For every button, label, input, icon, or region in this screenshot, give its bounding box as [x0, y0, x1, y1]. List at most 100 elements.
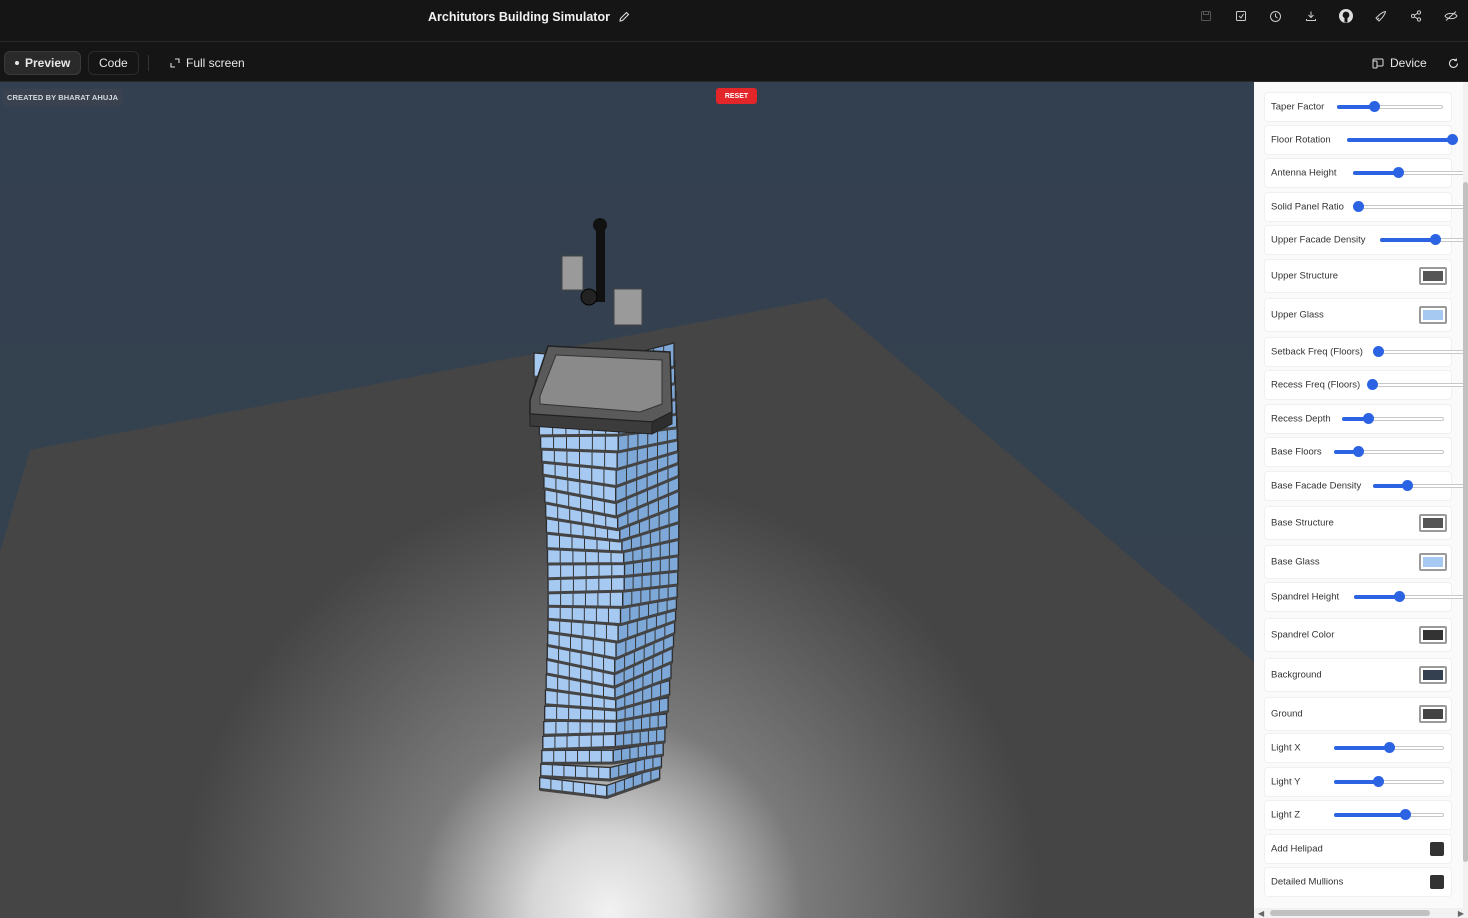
control-spandrel-color: Spandrel Color [1265, 619, 1451, 651]
download-icon[interactable] [1293, 0, 1328, 32]
control-label: Detailed Mullions [1271, 876, 1344, 888]
control-label: Background [1271, 669, 1322, 681]
control-label: Base Glass [1271, 556, 1320, 568]
slider-fill [1334, 746, 1389, 750]
panel-vertical-scrollbar[interactable] [1463, 82, 1468, 918]
slider-thumb[interactable] [1383, 742, 1395, 753]
control-upper-glass: Upper Glass [1265, 299, 1451, 331]
antenna-mast [596, 227, 605, 302]
light-z-slider[interactable] [1334, 809, 1444, 820]
panel-horizontal-scrollbar[interactable]: ◀ ▶ [1254, 908, 1468, 918]
control-label: Base Structure [1271, 517, 1334, 529]
scrollbar-thumb-horizontal[interactable] [1270, 910, 1430, 916]
code-tab[interactable]: Code [88, 51, 139, 75]
spandrel-color-color-picker[interactable] [1419, 626, 1447, 644]
building-scene[interactable] [0, 82, 1254, 918]
slider-thumb[interactable] [1368, 101, 1380, 112]
deploy-rocket-icon[interactable] [1363, 0, 1398, 32]
preview-toolbar: Preview Code Full screen Device [0, 42, 1468, 82]
antenna-base [580, 288, 598, 306]
control-light-z: Light Z [1265, 801, 1451, 829]
3d-viewport[interactable]: CREATED BY BHARAT AHUJA RESET [0, 82, 1254, 918]
slider-thumb[interactable] [1393, 591, 1405, 602]
scrollbar-thumb[interactable] [1463, 182, 1468, 862]
detailed-mullions-checkbox[interactable] [1430, 875, 1444, 889]
control-label: Light Y [1271, 776, 1301, 788]
slider-thumb[interactable] [1447, 134, 1459, 145]
recess-freq-floors-slider[interactable] [1366, 379, 1468, 390]
control-solid-panel-ratio: Solid Panel Ratio [1265, 193, 1465, 221]
preview-tab[interactable]: Preview [4, 51, 82, 75]
control-base-facade-density: Base Facade Density [1265, 472, 1468, 500]
upper-structure-color-picker[interactable] [1419, 267, 1447, 285]
light-x-slider[interactable] [1334, 742, 1444, 753]
slider-thumb[interactable] [1429, 234, 1441, 245]
upper-glass-color-picker[interactable] [1419, 306, 1447, 324]
code-tab-label: Code [99, 56, 128, 70]
fullscreen-button[interactable]: Full screen [160, 51, 255, 75]
tower-roof-deck [539, 354, 663, 413]
github-icon[interactable] [1328, 0, 1363, 32]
fullscreen-label: Full screen [186, 56, 245, 70]
control-setback-freq-floors: Setback Freq (Floors) [1265, 338, 1468, 366]
control-label: Base Floors [1271, 446, 1322, 458]
taper-factor-slider[interactable] [1337, 101, 1443, 112]
base-glass-color-picker[interactable] [1419, 553, 1447, 571]
slider-thumb[interactable] [1353, 446, 1365, 457]
slider-thumb[interactable] [1399, 809, 1411, 820]
reset-button[interactable]: RESET [716, 88, 757, 104]
control-recess-freq-floors: Recess Freq (Floors) [1265, 371, 1468, 399]
add-helipad-checkbox[interactable] [1430, 842, 1444, 856]
control-label: Add Helipad [1271, 843, 1323, 855]
control-spandrel-height: Spandrel Height [1265, 583, 1466, 611]
solid-panel-ratio-slider[interactable] [1352, 201, 1465, 212]
control-label: Setback Freq (Floors) [1271, 346, 1363, 358]
share-icon[interactable] [1398, 0, 1433, 32]
slider-thumb[interactable] [1352, 201, 1364, 212]
slider-thumb[interactable] [1392, 167, 1404, 178]
control-base-glass: Base Glass [1265, 546, 1451, 578]
spandrel-height-slider[interactable] [1354, 591, 1466, 602]
history-icon[interactable] [1258, 0, 1293, 32]
base-floors-slider[interactable] [1334, 446, 1444, 457]
ground-color-picker[interactable] [1419, 705, 1447, 723]
refresh-button[interactable] [1444, 51, 1463, 75]
edit-pencil-icon[interactable] [618, 11, 630, 23]
slider-thumb[interactable] [1372, 346, 1384, 357]
toolbar-divider [148, 55, 149, 71]
control-label: Base Facade Density [1271, 480, 1362, 492]
active-dot-icon [15, 61, 19, 65]
slider-thumb[interactable] [1362, 413, 1374, 424]
top-bar: Architutors Building Simulator [0, 0, 1468, 42]
control-label: Taper Factor [1271, 101, 1325, 113]
base-structure-color-picker[interactable] [1419, 514, 1447, 532]
light-y-slider[interactable] [1334, 776, 1444, 787]
slider-thumb[interactable] [1372, 776, 1384, 787]
app-title[interactable]: Architutors Building Simulator [428, 10, 630, 24]
hide-icon[interactable] [1433, 0, 1468, 32]
control-base-structure: Base Structure [1265, 507, 1451, 539]
control-upper-structure: Upper Structure [1265, 260, 1451, 292]
slider-fill [1334, 813, 1406, 817]
control-upper-facade-density: Upper Facade Density [1265, 226, 1468, 254]
slider-thumb[interactable] [1366, 379, 1378, 390]
upper-facade-density-slider[interactable] [1380, 234, 1468, 245]
control-label: Light X [1271, 742, 1301, 754]
slider-thumb[interactable] [1402, 480, 1414, 491]
control-light-x: Light X [1265, 734, 1451, 762]
setback-freq-floors-slider[interactable] [1372, 346, 1468, 357]
control-label: Upper Facade Density [1271, 234, 1366, 246]
save-icon[interactable] [1188, 0, 1223, 32]
scroll-left-arrow-icon[interactable]: ◀ [1258, 909, 1264, 918]
recess-depth-slider[interactable] [1342, 413, 1444, 424]
floor-rotation-slider[interactable] [1347, 134, 1459, 145]
background-color-picker[interactable] [1419, 666, 1447, 684]
device-button[interactable]: Device [1362, 51, 1437, 75]
fullscreen-icon [170, 58, 180, 68]
device-label: Device [1390, 56, 1427, 70]
scroll-right-arrow-icon[interactable]: ▶ [1458, 909, 1464, 918]
control-label: Recess Freq (Floors) [1271, 379, 1361, 391]
antenna-height-slider[interactable] [1353, 167, 1465, 178]
save-as-icon[interactable] [1223, 0, 1258, 32]
base-facade-density-slider[interactable] [1373, 480, 1468, 491]
